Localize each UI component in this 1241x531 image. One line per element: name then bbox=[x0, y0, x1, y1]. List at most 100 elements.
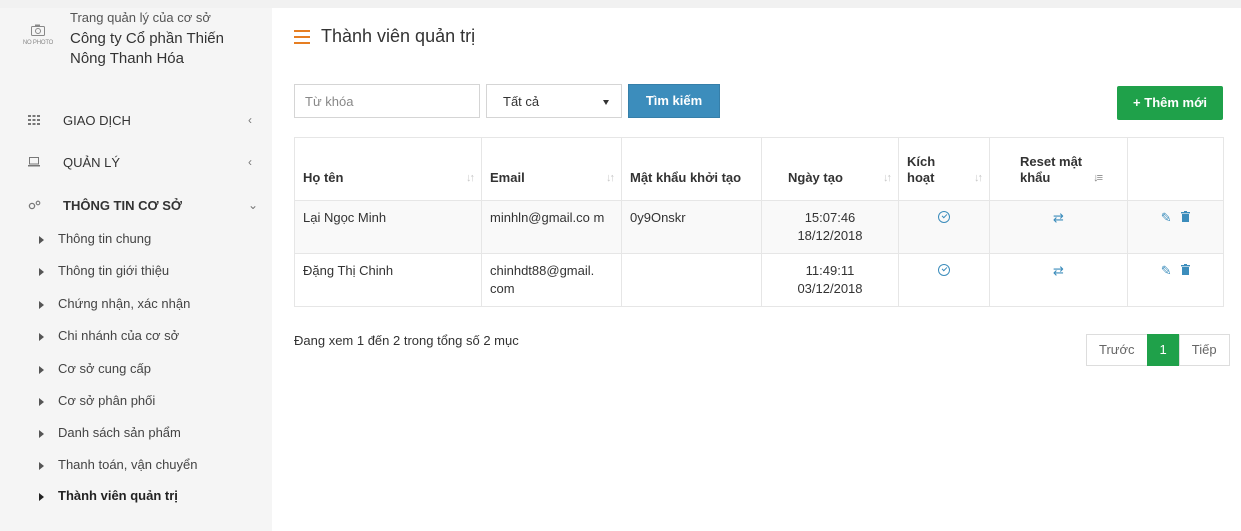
header-label: Ngày tạo bbox=[788, 170, 843, 185]
caret-down-icon bbox=[603, 100, 609, 105]
header-label: Reset mật khẩu bbox=[1020, 154, 1083, 185]
members-table: Họ tên ↓↑ Email ↓↑ Mật khẩu khởi tạo Ngày … bbox=[294, 137, 1224, 307]
trash-icon[interactable] bbox=[1181, 209, 1191, 227]
pencil-icon[interactable]: ✎ bbox=[1161, 262, 1172, 280]
sub-item-chi-nhanh[interactable]: Chi nhánh của cơ sở bbox=[0, 325, 272, 349]
sub-item-label: Cơ sở cung cấp bbox=[58, 361, 151, 376]
menu-label: GIAO DỊCH bbox=[63, 112, 131, 128]
col-date-header[interactable]: Ngày tạo ↓↑ bbox=[761, 137, 899, 201]
sub-item-co-so-cung-cap[interactable]: Cơ sở cung cấp bbox=[0, 358, 272, 382]
created-time: 11:49:11 bbox=[805, 263, 855, 278]
sub-item-label: Thông tin chung bbox=[58, 231, 152, 246]
cell-name: Lại Ngọc Minh bbox=[294, 200, 482, 254]
sub-item-thong-tin-chung[interactable]: Thông tin chung bbox=[0, 228, 272, 252]
add-new-label: Thêm mới bbox=[1144, 95, 1207, 110]
caret-right-icon bbox=[39, 462, 44, 470]
col-email-header[interactable]: Email ↓↑ bbox=[481, 137, 622, 201]
sub-item-co-so-phan-phoi[interactable]: Cơ sở phân phối bbox=[0, 390, 272, 414]
caret-right-icon bbox=[39, 268, 44, 276]
search-button[interactable]: Tìm kiếm bbox=[628, 84, 720, 118]
plus-icon: + bbox=[1133, 95, 1141, 110]
menu-quan-ly[interactable]: QUẢN LÝ ‹ bbox=[0, 147, 272, 177]
sub-item-label: Chứng nhận, xác nhận bbox=[58, 296, 191, 311]
sub-item-label: Chi nhánh của cơ sở bbox=[58, 328, 180, 343]
caret-right-icon bbox=[39, 301, 44, 309]
trash-icon[interactable] bbox=[1181, 262, 1191, 280]
sidebar: NO PHOTO Trang quản lý của cơ sở Công ty… bbox=[0, 8, 272, 531]
menu-label: THÔNG TIN CƠ SỞ bbox=[63, 197, 182, 213]
profile-block: NO PHOTO Trang quản lý của cơ sở Công ty… bbox=[20, 8, 272, 98]
sub-item-label: Thành viên quản trị bbox=[58, 488, 178, 503]
cell-password bbox=[621, 253, 762, 307]
cell-active bbox=[898, 253, 990, 307]
add-new-button[interactable]: + Thêm mới bbox=[1117, 86, 1223, 120]
sub-item-label: Cơ sở phân phối bbox=[58, 393, 156, 408]
pagination: Trước 1 Tiếp bbox=[1086, 334, 1230, 366]
pencil-icon[interactable]: ✎ bbox=[1161, 209, 1172, 227]
camera-icon bbox=[31, 24, 45, 36]
header-label: Mật khẩu khởi tạo bbox=[630, 170, 742, 185]
avatar: NO PHOTO bbox=[20, 22, 56, 62]
laptop-icon bbox=[27, 155, 41, 169]
caret-right-icon bbox=[39, 366, 44, 374]
col-reset-header[interactable]: Reset mật khẩu ↓≡ bbox=[989, 137, 1128, 201]
cell-actions: ✎ bbox=[1127, 253, 1224, 307]
retweet-icon[interactable]: ⇄ bbox=[1053, 210, 1064, 225]
cell-email: chinhdt88@gmail. com bbox=[481, 253, 622, 307]
pagination-page[interactable]: 1 bbox=[1146, 334, 1180, 366]
cell-email: minhln@gmail.co m bbox=[481, 200, 622, 254]
header-label: Kích hoạt bbox=[907, 154, 936, 185]
col-active-header[interactable]: Kích hoạt ↓↑ bbox=[898, 137, 990, 201]
retweet-icon[interactable]: ⇄ bbox=[1053, 263, 1064, 278]
caret-right-icon bbox=[39, 398, 44, 406]
select-value: Tất cả bbox=[503, 94, 540, 109]
check-circle-icon bbox=[938, 211, 950, 223]
created-date: 03/12/2018 bbox=[797, 281, 863, 296]
status-select[interactable]: Tất cả bbox=[486, 84, 622, 118]
chevron-left-icon: ‹ bbox=[248, 155, 252, 169]
header-label: Email bbox=[490, 170, 525, 185]
caret-right-icon bbox=[39, 430, 44, 438]
caret-right-icon bbox=[39, 333, 44, 341]
sub-item-thanh-vien-quan-tri[interactable]: Thành viên quản trị bbox=[0, 485, 272, 509]
sort-icon: ↓↑ bbox=[974, 172, 983, 184]
sub-item-thanh-toan[interactable]: Thanh toán, vận chuyển bbox=[0, 454, 272, 478]
caret-right-icon bbox=[39, 493, 44, 501]
cell-reset: ⇄ bbox=[989, 253, 1128, 307]
created-time: 15:07:46 bbox=[804, 210, 856, 225]
pagination-prev[interactable]: Trước bbox=[1086, 334, 1148, 366]
main-content: Thành viên quản trị Tất cả Tìm kiếm + Th… bbox=[272, 8, 1241, 531]
sub-item-label: Thông tin giới thiệu bbox=[58, 263, 170, 278]
pagination-next[interactable]: Tiếp bbox=[1178, 334, 1230, 366]
menu-thong-tin-co-so[interactable]: THÔNG TIN CƠ SỞ ⌄ bbox=[0, 190, 272, 220]
created-date: 18/12/2018 bbox=[797, 228, 863, 243]
cell-actions: ✎ bbox=[1127, 200, 1224, 254]
col-password-header: Mật khẩu khởi tạo bbox=[621, 137, 762, 201]
sort-icon: ↓↑ bbox=[466, 172, 475, 184]
col-name-header[interactable]: Họ tên ↓↑ bbox=[294, 137, 482, 201]
check-circle-icon bbox=[938, 264, 950, 276]
cogs-icon bbox=[27, 198, 41, 212]
no-photo-label: NO PHOTO bbox=[22, 40, 54, 46]
menu-bars-icon bbox=[294, 30, 310, 44]
table-row: Lại Ngọc Minh minhln@gmail.co m 0y9Onskr… bbox=[294, 200, 1224, 254]
table-row: Đặng Thị Chinh chinhdt88@gmail. com 11:4… bbox=[294, 253, 1224, 307]
chevron-left-icon: ‹ bbox=[248, 113, 252, 127]
company-name: Công ty Cổ phần Thiến Nông Thanh Hóa bbox=[70, 30, 224, 67]
profile-subtitle: Trang quản lý của cơ sở bbox=[70, 10, 211, 25]
cell-active bbox=[898, 200, 990, 254]
cell-reset: ⇄ bbox=[989, 200, 1128, 254]
cell-date: 11:49:11 03/12/2018 bbox=[761, 253, 899, 307]
top-border bbox=[0, 0, 1241, 8]
sub-item-label: Thanh toán, vận chuyển bbox=[58, 457, 198, 472]
menu-giao-dich[interactable]: GIAO DỊCH ‹ bbox=[0, 105, 272, 135]
sub-item-danh-sach-san-pham[interactable]: Danh sách sản phẩm bbox=[0, 422, 272, 446]
page-title: Thành viên quản trị bbox=[321, 26, 476, 46]
sub-item-chung-nhan[interactable]: Chứng nhận, xác nhận bbox=[0, 293, 272, 317]
sort-icon: ↓↑ bbox=[606, 172, 615, 184]
table-header-row: Họ tên ↓↑ Email ↓↑ Mật khẩu khởi tạo Ngày … bbox=[294, 137, 1224, 201]
keyword-input[interactable] bbox=[294, 84, 480, 118]
sub-item-label: Danh sách sản phẩm bbox=[58, 425, 181, 440]
chevron-down-icon: ⌄ bbox=[248, 198, 259, 212]
sub-item-thong-tin-gioi-thieu[interactable]: Thông tin giới thiệu bbox=[0, 260, 272, 284]
